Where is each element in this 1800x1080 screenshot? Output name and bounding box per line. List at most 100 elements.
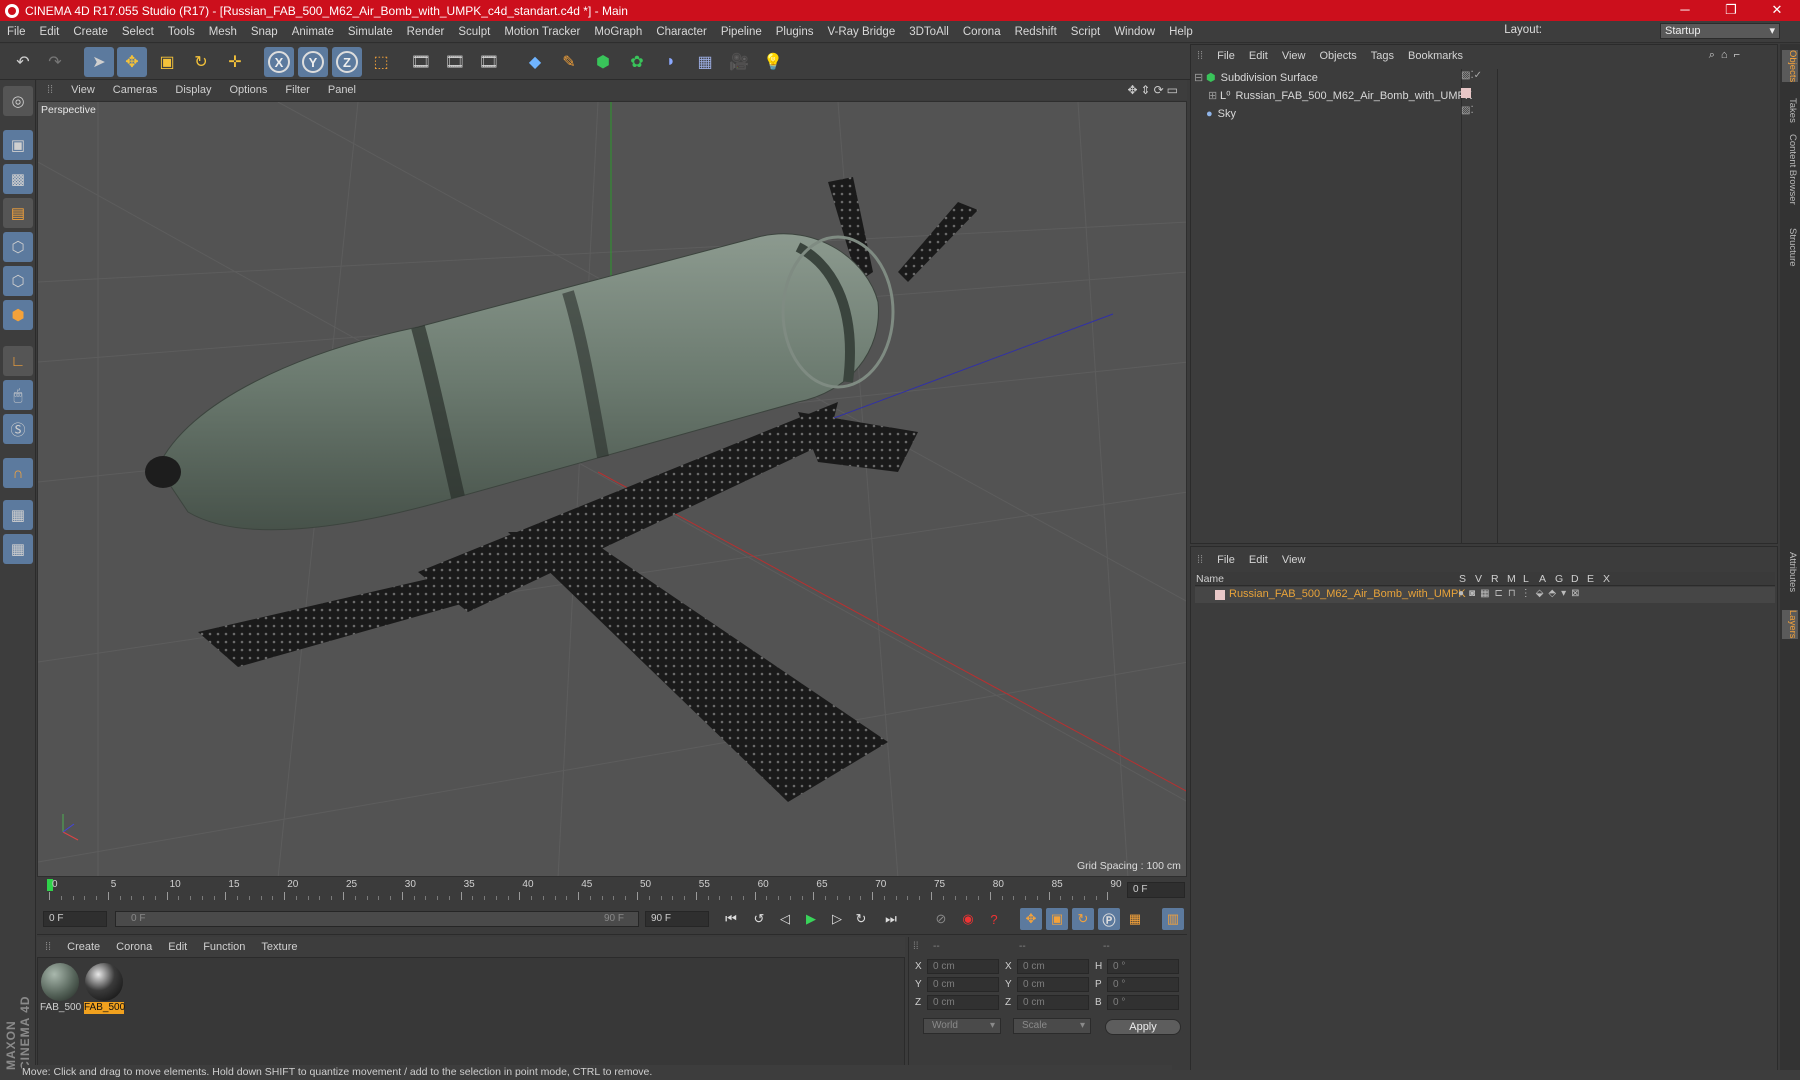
close-icon[interactable]: ✕ <box>1754 0 1800 21</box>
tab-content-browser[interactable]: Content Browser <box>1782 134 1798 205</box>
layout-dropdown[interactable]: Startup <box>1660 23 1780 39</box>
light-icon[interactable]: 💡 <box>758 47 788 77</box>
deformer-icon[interactable]: ◗ <box>656 47 686 77</box>
axis-mode-icon[interactable]: ∟ <box>3 346 33 376</box>
redo-icon[interactable]: ↷ <box>40 47 70 77</box>
menu-tools[interactable]: Tools <box>161 26 202 38</box>
layer-name[interactable]: Russian_FAB_500_M62_Air_Bomb_with_UMPK <box>1229 588 1466 600</box>
menu-vray-bridge[interactable]: V-Ray Bridge <box>820 26 902 38</box>
restore-icon[interactable]: ❐ <box>1708 0 1754 21</box>
visibility-toggle-icon[interactable]: ▨⁚✓ <box>1461 70 1482 81</box>
layer-menu-file[interactable]: File <box>1210 554 1242 566</box>
size-y-field[interactable]: 0 cm <box>1017 977 1089 992</box>
scale-tool-icon[interactable]: ▣ <box>152 47 182 77</box>
viewport-menu-cameras[interactable]: Cameras <box>104 84 167 96</box>
mograph-cloner-icon[interactable]: ✿ <box>622 47 652 77</box>
x-axis-lock-icon[interactable]: X <box>264 47 294 77</box>
perspective-viewport[interactable] <box>37 101 1187 877</box>
tab-attributes[interactable]: Attributes <box>1782 552 1798 592</box>
menu-redshift[interactable]: Redshift <box>1008 26 1064 38</box>
menu-character[interactable]: Character <box>649 26 714 38</box>
y-axis-lock-icon[interactable]: Y <box>298 47 328 77</box>
menu-corona[interactable]: Corona <box>956 26 1008 38</box>
coordinate-mode-dropdown[interactable]: World ▾ <box>923 1018 1001 1034</box>
visibility-toggle-icon[interactable]: ▨⁚ <box>1461 105 1474 116</box>
object-menu-objects[interactable]: Objects <box>1312 50 1363 62</box>
menu-render[interactable]: Render <box>400 26 452 38</box>
viewport-nav-icons[interactable]: ✥⇕⟳▭ <box>1127 83 1181 97</box>
object-menu-tags[interactable]: Tags <box>1364 50 1401 62</box>
menu-sculpt[interactable]: Sculpt <box>451 26 497 38</box>
menu-snap[interactable]: Snap <box>244 26 285 38</box>
object-menu-bookmarks[interactable]: Bookmarks <box>1401 50 1470 62</box>
tab-layers[interactable]: Layers <box>1782 610 1798 639</box>
menu-plugins[interactable]: Plugins <box>769 26 821 38</box>
tab-takes[interactable]: Takes <box>1782 98 1798 123</box>
move-tool-icon[interactable]: ✥ <box>117 47 147 77</box>
rotation-b-field[interactable]: 0 ° <box>1107 995 1179 1010</box>
object-menu-edit[interactable]: Edit <box>1242 50 1275 62</box>
timeline-window-icon[interactable]: ▥ <box>1162 908 1184 930</box>
position-z-field[interactable]: 0 cm <box>927 995 999 1010</box>
material-menu-function[interactable]: Function <box>195 941 253 953</box>
camera-icon[interactable]: 🎥 <box>724 47 754 77</box>
layer-color-swatch[interactable] <box>1215 590 1225 600</box>
viewport-menu-filter[interactable]: Filter <box>276 84 318 96</box>
position-y-field[interactable]: 0 cm <box>927 977 999 992</box>
tab-objects[interactable]: Objects <box>1782 50 1798 83</box>
menu-animate[interactable]: Animate <box>285 26 341 38</box>
object-row-subdivision[interactable]: ⊟ ⬢ Subdivision Surface <box>1194 69 1550 86</box>
menu-simulate[interactable]: Simulate <box>341 26 400 38</box>
menu-mograph[interactable]: MoGraph <box>587 26 649 38</box>
render-settings-icon[interactable]: 🎞 <box>474 47 504 77</box>
object-row-bomb[interactable]: ⊞ L⁰ Russian_FAB_500_M62_Air_Bomb_with_U… <box>1194 87 1550 104</box>
play-icon[interactable]: ▶ <box>800 908 822 930</box>
object-search-icon[interactable]: ⌕⌂⌐ <box>1709 49 1746 62</box>
rotation-p-field[interactable]: 0 ° <box>1107 977 1179 992</box>
object-menu-view[interactable]: View <box>1275 50 1313 62</box>
key-parameter-icon[interactable]: Ⓟ <box>1098 908 1120 930</box>
key-pla-icon[interactable]: ▦ <box>1124 908 1146 930</box>
tweak-mode-icon[interactable]: 🖱 <box>3 380 33 410</box>
layer-menu-view[interactable]: View <box>1275 554 1313 566</box>
coordinate-system-icon[interactable]: ⬚ <box>366 47 396 77</box>
object-row-sky[interactable]: ● Sky <box>1194 105 1550 122</box>
menu-mesh[interactable]: Mesh <box>202 26 244 38</box>
menu-script[interactable]: Script <box>1064 26 1107 38</box>
material-menu-texture[interactable]: Texture <box>253 941 305 953</box>
record-keys-icon[interactable]: ⊘ <box>930 908 952 930</box>
key-position-icon[interactable]: ✥ <box>1020 908 1042 930</box>
render-picture-viewer-icon[interactable]: 🎞 <box>440 47 470 77</box>
menu-window[interactable]: Window <box>1107 26 1162 38</box>
object-menu-file[interactable]: File <box>1210 50 1242 62</box>
timeline-ruler[interactable]: 0 5 10 15 20 25 30 35 40 45 50 55 60 65 70 75 80 85 90 0 F <box>37 878 1187 902</box>
points-mode-icon[interactable]: ⬡ <box>3 232 33 262</box>
end-frame-field[interactable]: 90 F <box>645 911 709 927</box>
expand-icon[interactable]: ⊞ <box>1208 89 1220 102</box>
key-scale-icon[interactable]: ▣ <box>1046 908 1068 930</box>
menu-file[interactable]: File <box>0 26 33 38</box>
menu-3dtoall[interactable]: 3DToAll <box>902 26 956 38</box>
select-cursor-icon[interactable]: ➤ <box>84 47 114 77</box>
material-menu-edit[interactable]: Edit <box>160 941 195 953</box>
edges-mode-icon[interactable]: ⬡ <box>3 266 33 296</box>
menu-create[interactable]: Create <box>66 26 115 38</box>
tab-structure[interactable]: Structure <box>1782 228 1798 267</box>
render-view-icon[interactable]: 🎞 <box>406 47 436 77</box>
key-rotation-icon[interactable]: ↻ <box>1072 908 1094 930</box>
workplane-icon[interactable]: ▤ <box>3 198 33 228</box>
previous-frame-icon[interactable]: ◁ <box>774 908 796 930</box>
material-menu-create[interactable]: Create <box>59 941 108 953</box>
start-frame-field[interactable]: 0 F <box>43 911 107 927</box>
layer-menu-edit[interactable]: Edit <box>1242 554 1275 566</box>
viewport-menu-view[interactable]: View <box>62 84 104 96</box>
material-swatch[interactable]: FAB_500 <box>40 962 81 1018</box>
solo-mode-icon[interactable]: Ⓢ <box>3 414 33 444</box>
cube-object-icon[interactable]: ◆ <box>520 47 550 77</box>
keyframe-selection-icon[interactable]: ? <box>983 908 1005 930</box>
menu-pipeline[interactable]: Pipeline <box>714 26 769 38</box>
z-axis-lock-icon[interactable]: Z <box>332 47 362 77</box>
undo-icon[interactable]: ↶ <box>8 47 38 77</box>
menu-help[interactable]: Help <box>1162 26 1200 38</box>
texture-mode-icon[interactable]: ▩ <box>3 164 33 194</box>
